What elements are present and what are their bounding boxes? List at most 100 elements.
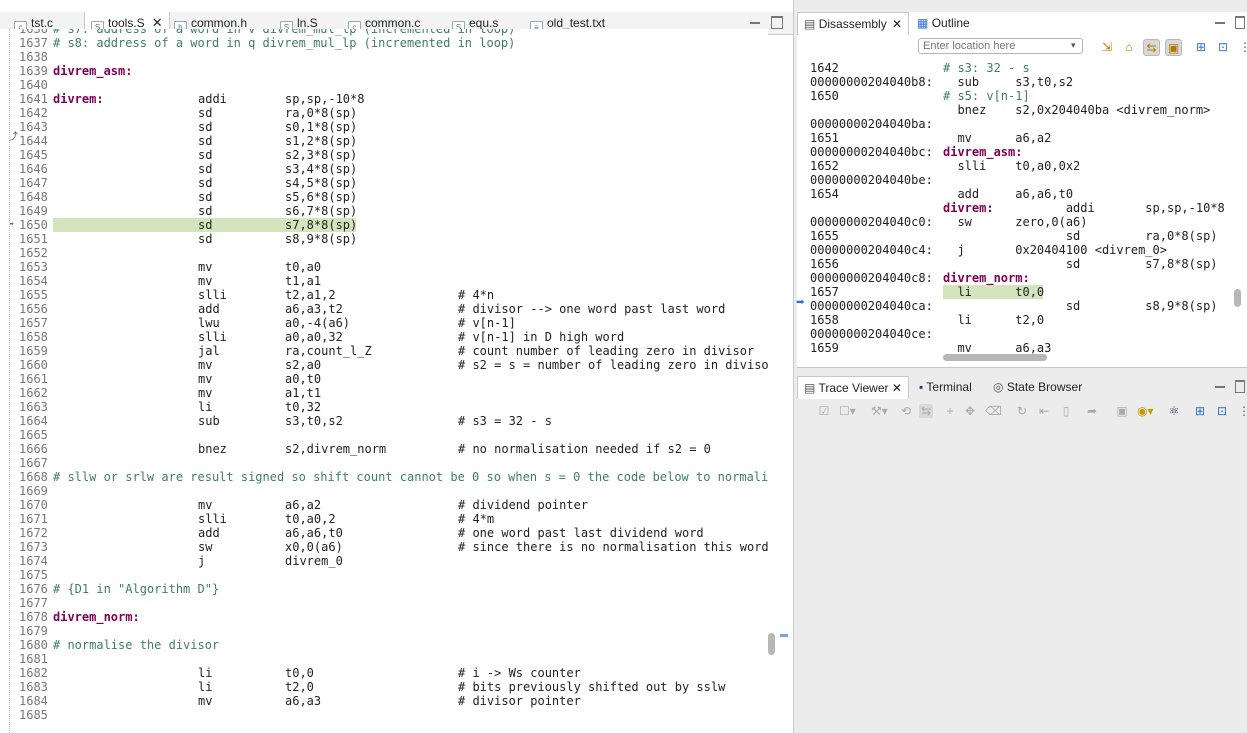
close-icon[interactable]: ✕	[152, 15, 163, 30]
code-editor[interactable]: 1636 # s7: address of a word in v divrem_…	[0, 29, 768, 733]
checkbox-icon[interactable]: ☑	[817, 404, 831, 418]
code-line[interactable]: 1636 # s7: address of a word in v divrem_…	[0, 29, 768, 36]
maximize-icon[interactable]	[771, 16, 783, 29]
maximize-icon[interactable]	[1235, 380, 1245, 393]
disassembly-hscrollbar[interactable]	[943, 354, 1233, 363]
code-line[interactable]: 1674 j divrem_0	[0, 554, 768, 568]
overview-marker[interactable]	[780, 634, 788, 637]
code-line[interactable]: 1665	[0, 428, 768, 442]
atom-icon[interactable]: ⚛	[1167, 404, 1181, 418]
show-source-icon[interactable]: ▣	[1165, 39, 1182, 56]
code-line[interactable]: 1637 # s8: address of a word in q divrem_…	[0, 36, 768, 50]
code-line[interactable]: 1671 slli t0,a0,2 # 4*m	[0, 512, 768, 526]
code-line[interactable]: 1648 sd s5,6*8(sp)	[0, 190, 768, 204]
code-line[interactable]: 1676 # {D1 in "Algorithm D"}	[0, 582, 768, 596]
code-line[interactable]: 1651 sd s8,9*8(sp)	[0, 232, 768, 246]
code-line[interactable]: 1679	[0, 624, 768, 638]
close-icon[interactable]: ✕	[892, 381, 902, 395]
location-input[interactable]	[918, 38, 1083, 54]
code-line[interactable]: 1685	[0, 708, 768, 722]
scroll-thumb[interactable]	[768, 633, 775, 655]
step-back-icon[interactable]: ⇤	[1037, 404, 1051, 418]
analyse-icon[interactable]: ◉▾	[1137, 404, 1154, 418]
disassembly-lines[interactable]: 1642 # s3: 32 - s 00000000204040b8: sub s3…	[797, 60, 1237, 354]
code-line[interactable]: 1673 sw x0,0(a6) # since there is no normal…	[0, 540, 768, 554]
code-line[interactable]: 1684 mv a6,a3 # divisor pointer	[0, 694, 768, 708]
close-icon[interactable]: ✕	[892, 17, 902, 31]
link-with-editor-icon[interactable]: ⇆	[1143, 39, 1160, 56]
code-line[interactable]: 1663 li t0,32	[0, 400, 768, 414]
tab-terminal[interactable]: ▪ Terminal	[919, 376, 972, 398]
settings-icon[interactable]: ⚒▾	[871, 404, 888, 418]
code-line[interactable]: 1649 sd s6,7*8(sp)	[0, 204, 768, 218]
code-line[interactable]: 1654 mv t1,a1	[0, 274, 768, 288]
add-icon[interactable]: +	[943, 404, 957, 418]
code-line[interactable]: 1660 mv s2,a0 # s2 = s = number of leading …	[0, 358, 768, 372]
code-line[interactable]: 1675	[0, 568, 768, 582]
code-line[interactable]: 1641 divrem: addi sp,sp,-10*8	[0, 92, 768, 106]
code-line[interactable]: 1647 sd s4,5*8(sp)	[0, 176, 768, 190]
save-icon[interactable]: ▣	[1115, 404, 1129, 418]
trace-body[interactable]	[797, 424, 1247, 733]
code-line[interactable]: 1681	[0, 652, 768, 666]
code-line[interactable]: 1640	[0, 78, 768, 92]
code-line[interactable]: 1652	[0, 246, 768, 260]
tab-trace-viewer[interactable]: ▤ Trace Viewer ✕	[797, 376, 909, 399]
scroll-thumb[interactable]	[943, 354, 1047, 361]
disassembly-vscroll-thumb[interactable]	[1234, 289, 1241, 307]
pin-view-icon[interactable]: ⊡	[1215, 404, 1229, 418]
goto-address-icon[interactable]: ⇲	[1099, 39, 1115, 55]
tab-disassembly[interactable]: ▤ Disassembly ✕	[797, 12, 910, 35]
pin-view-icon[interactable]: ⊡	[1215, 39, 1231, 55]
export-icon[interactable]: ➦	[1085, 404, 1099, 418]
code-line[interactable]: 1682 li t0,0 # i -> Ws counter	[0, 666, 768, 680]
minimize-icon[interactable]	[1215, 16, 1225, 24]
view-menu-icon[interactable]: ⋮	[1237, 404, 1247, 418]
move-icon[interactable]: ✥	[963, 404, 977, 418]
code-line[interactable]: 1639 divrem_asm:	[0, 64, 768, 78]
code-line[interactable]: 1650 sd s7,8*8(sp) ➡	[0, 218, 768, 232]
code-line[interactable]: 1642 sd ra,0*8(sp)	[0, 106, 768, 120]
code-line[interactable]: 1678 divrem_norm:	[0, 610, 768, 624]
minimize-icon[interactable]	[750, 16, 760, 24]
code-line[interactable]: 1661 mv a0,t0	[0, 372, 768, 386]
link-icon[interactable]: ⇆	[919, 404, 933, 418]
code-line[interactable]: 1638	[0, 50, 768, 64]
tab-state-browser[interactable]: ◎ State Browser	[993, 376, 1082, 398]
code-line[interactable]: 1669	[0, 484, 768, 498]
new-view-icon[interactable]: ⊞	[1193, 404, 1207, 418]
code-line[interactable]: 1680 # normalise the divisor	[0, 638, 768, 652]
code-line[interactable]: 1672 add a6,a6,t0 # one word past last divi…	[0, 526, 768, 540]
document-icon[interactable]: ▯	[1059, 404, 1073, 418]
code-line[interactable]: 1646 sd s3,4*8(sp)	[0, 162, 768, 176]
code-line[interactable]: 1664 sub s3,t0,s2 # s3 = 32 - s	[0, 414, 768, 428]
code-line[interactable]: 1655 slli t2,a1,2 # 4*n	[0, 288, 768, 302]
code-line[interactable]: 1659 jal ra,count_l_Z # count number of lea…	[0, 344, 768, 358]
code-line[interactable]: 1667	[0, 456, 768, 470]
code-line[interactable]: 1645 sd s2,3*8(sp)	[0, 148, 768, 162]
code-line[interactable]: 1670 mv a6,a2 # dividend pointer	[0, 498, 768, 512]
minimize-icon[interactable]	[1215, 380, 1225, 388]
filter-icon[interactable]: ☐▾	[839, 404, 856, 418]
code-line[interactable]: 1677	[0, 596, 768, 610]
code-line[interactable]: 1644 sd s1,2*8(sp)	[0, 134, 768, 148]
code-line[interactable]: 1668 # sllw or srlw are result signed so …	[0, 470, 768, 484]
maximize-icon[interactable]	[1235, 16, 1245, 29]
code-line[interactable]: 1662 mv a1,t1	[0, 386, 768, 400]
chevron-down-icon[interactable]: ▾	[1071, 40, 1076, 51]
code-line[interactable]: 1653 mv t0,a0	[0, 260, 768, 274]
code-line[interactable]: 1656 add a6,a3,t2 # divisor --> one word pa…	[0, 302, 768, 316]
sync-icon[interactable]: ⟲	[899, 404, 913, 418]
tab-outline[interactable]: ▦ Outline	[917, 12, 970, 34]
code-line[interactable]: 1643 sd s0,1*8(sp)	[0, 120, 768, 134]
code-line[interactable]: 1666 bnez s2,divrem_norm # no normalisation…	[0, 442, 768, 456]
refresh-icon[interactable]: ↻	[1015, 404, 1029, 418]
code-line[interactable]: 1658 slli a0,a0,32 # v[n-1] in D high word	[0, 330, 768, 344]
home-icon[interactable]: ⌂	[1121, 39, 1137, 55]
eraser-icon[interactable]: ⌫	[985, 404, 1002, 418]
editor-scrollbar[interactable]	[768, 36, 776, 733]
code-line[interactable]: 1657 lwu a0,-4(a6) # v[n-1]	[0, 316, 768, 330]
view-menu-icon[interactable]: ⋮	[1237, 39, 1247, 55]
new-view-icon[interactable]: ⊞	[1193, 39, 1209, 55]
code-line[interactable]: 1683 li t2,0 # bits previously shifted out …	[0, 680, 768, 694]
